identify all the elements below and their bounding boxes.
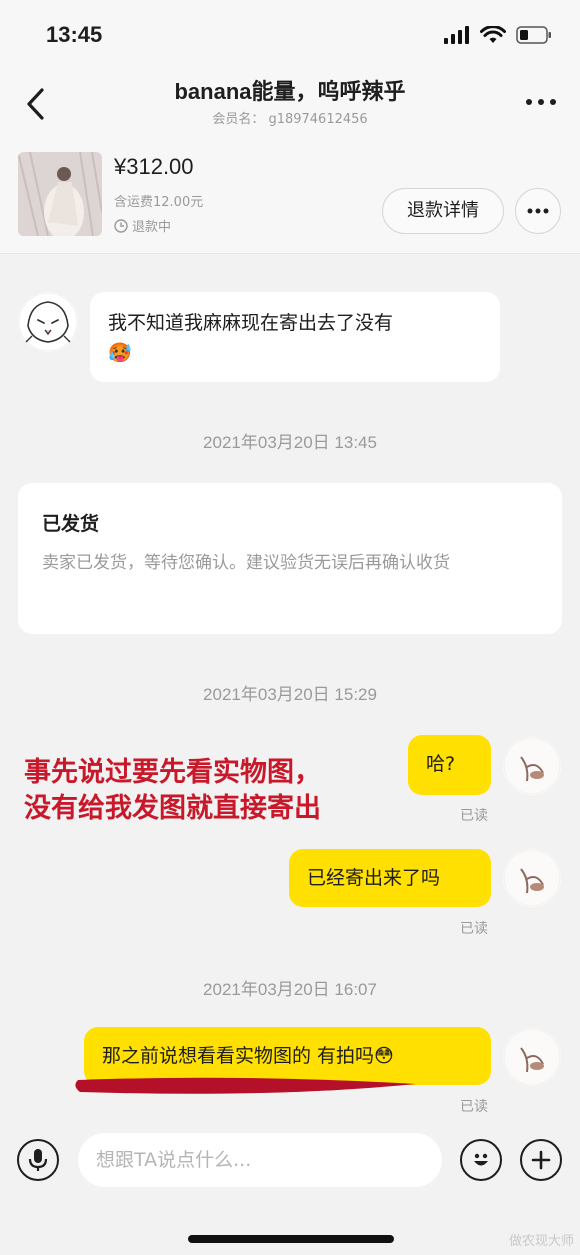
voice-button[interactable] (17, 1139, 59, 1181)
product-thumbnail[interactable] (18, 152, 102, 236)
seller-avatar[interactable] (18, 292, 78, 352)
annotation-line-1: 事先说过要先看实物图， (24, 757, 321, 788)
shipping-notice-card: 已发货 卖家已发货，等待您确认。建议验货无误后再确认收货 (18, 483, 562, 634)
notice-body: 卖家已发货，等待您确认。建议验货无误后再确认收货 (42, 553, 450, 573)
outgoing-message: 哈? (408, 735, 491, 795)
emoji-hot-face: 🥵 (108, 342, 132, 364)
clock-icon (114, 218, 128, 233)
timestamp: 2021年03月20日 15:29 (203, 685, 377, 704)
annotation-line-2: 没有给我发图就直接寄出 (24, 793, 321, 824)
message-text: 我不知道我麻麻现在寄出去了没有 (108, 312, 394, 334)
status-bar: 13:45 (0, 0, 580, 70)
user-avatar[interactable] (503, 849, 561, 907)
notice-title: 已发货 (42, 513, 100, 535)
read-receipt: 已读 (460, 921, 488, 937)
more-icon (527, 208, 549, 214)
message-text: 哈? (426, 753, 456, 775)
battery-icon (516, 26, 551, 44)
product-price: ¥312.00 (114, 154, 194, 179)
product-more-button[interactable] (515, 188, 561, 234)
plus-icon (531, 1150, 551, 1170)
emoji-flushed-face: 😳 (374, 1045, 394, 1067)
signal-icon (444, 26, 469, 44)
emoji-button[interactable] (460, 1139, 502, 1181)
add-button[interactable] (520, 1139, 562, 1181)
user-avatar[interactable] (503, 737, 561, 795)
wifi-icon (480, 26, 506, 43)
outgoing-message: 已经寄出来了吗 (289, 849, 491, 907)
refund-status-label: 退款中 (132, 220, 172, 235)
timestamp: 2021年03月20日 16:07 (203, 980, 377, 999)
read-receipt: 已读 (460, 808, 488, 824)
status-time: 13:45 (46, 22, 103, 47)
read-receipt: 已读 (460, 1099, 488, 1115)
message-text: 那之前说想看看实物图的 有拍吗 (102, 1045, 375, 1067)
smiley-icon (474, 1153, 488, 1166)
annotation-text: 事先说过要先看实物图， 没有给我发图就直接寄出 (24, 755, 321, 827)
message-text: 已经寄出来了吗 (307, 867, 441, 889)
refund-status: 退款中 (114, 216, 171, 235)
user-avatar[interactable] (503, 1028, 561, 1086)
home-indicator (188, 1235, 394, 1243)
red-underline-mark (75, 1077, 416, 1094)
incoming-message: 我不知道我麻麻现在寄出去了没有 🥵 (90, 292, 500, 382)
chat-title: banana能量，呜呼辣乎 (174, 79, 406, 104)
timestamp: 2021年03月20日 13:45 (203, 433, 377, 452)
shipping-fee: 含运费12.00元 (114, 195, 204, 210)
input-bar (0, 1120, 580, 1255)
member-id: 会员名： g18974612456 (212, 112, 368, 127)
status-icons (444, 26, 552, 44)
microphone-icon (28, 1149, 48, 1171)
message-input[interactable] (78, 1133, 442, 1187)
nav-bar: banana能量，呜呼辣乎 会员名： g18974612456 (0, 70, 580, 140)
refund-details-button[interactable]: 退款详情 (382, 188, 504, 234)
watermark: 做农现大师 (508, 1234, 574, 1249)
product-card[interactable]: ¥312.00 含运费12.00元 退款中 退款详情 (0, 140, 580, 254)
more-icon[interactable] (524, 92, 558, 112)
